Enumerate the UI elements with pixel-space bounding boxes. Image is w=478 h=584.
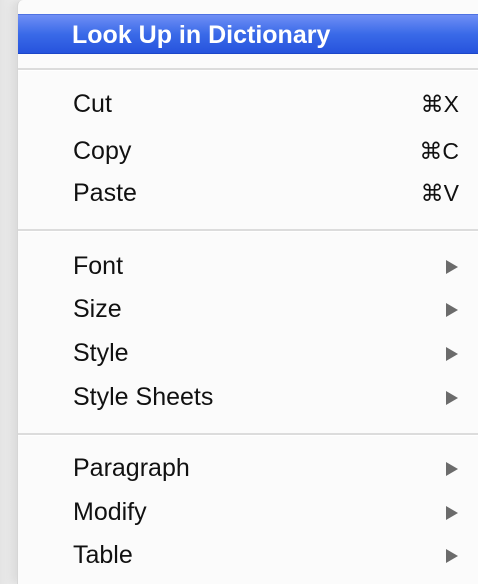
menu-item-table[interactable]: Table — [18, 535, 478, 575]
keyboard-shortcut: ⌘X — [420, 91, 459, 117]
context-menu: Look Up in Dictionary Cut ⌘X Copy ⌘C Pas… — [17, 0, 478, 584]
menu-separator — [18, 433, 478, 436]
keyboard-shortcut: ⌘V — [420, 180, 459, 206]
submenu-arrow-icon — [446, 549, 458, 563]
menu-separator — [18, 68, 478, 71]
menu-item-cut[interactable]: Cut ⌘X — [18, 84, 478, 124]
menu-item-copy[interactable]: Copy ⌘C — [18, 131, 478, 171]
keyboard-shortcut: ⌘C — [419, 138, 459, 164]
menu-item-label: Font — [73, 252, 124, 280]
submenu-arrow-icon — [446, 260, 458, 274]
menu-item-style-sheets[interactable]: Style Sheets — [18, 377, 478, 417]
menu-item-label: Paragraph — [73, 454, 190, 482]
menu-item-label: Look Up in Dictionary — [72, 21, 331, 49]
menu-item-label: Copy — [73, 137, 132, 165]
submenu-arrow-icon — [446, 391, 458, 405]
menu-item-label: Style Sheets — [73, 383, 214, 411]
submenu-arrow-icon — [446, 462, 458, 476]
menu-item-paste[interactable]: Paste ⌘V — [18, 173, 478, 213]
menu-item-label: Size — [73, 295, 122, 323]
menu-item-font[interactable]: Font — [18, 246, 478, 286]
menu-item-modify[interactable]: Modify — [18, 492, 478, 532]
menu-item-size[interactable]: Size — [18, 289, 478, 329]
menu-item-label: Style — [73, 339, 129, 367]
menu-item-style[interactable]: Style — [18, 333, 478, 373]
menu-item-paragraph[interactable]: Paragraph — [18, 448, 478, 488]
menu-item-label: Paste — [73, 179, 137, 207]
menu-item-label: Cut — [73, 90, 112, 118]
submenu-arrow-icon — [446, 303, 458, 317]
submenu-arrow-icon — [446, 347, 458, 361]
menu-separator — [18, 229, 478, 232]
submenu-arrow-icon — [446, 506, 458, 520]
menu-item-label: Table — [73, 541, 133, 569]
menu-item-label: Modify — [73, 498, 147, 526]
menu-item-look-up-in-dictionary[interactable]: Look Up in Dictionary — [18, 14, 478, 54]
